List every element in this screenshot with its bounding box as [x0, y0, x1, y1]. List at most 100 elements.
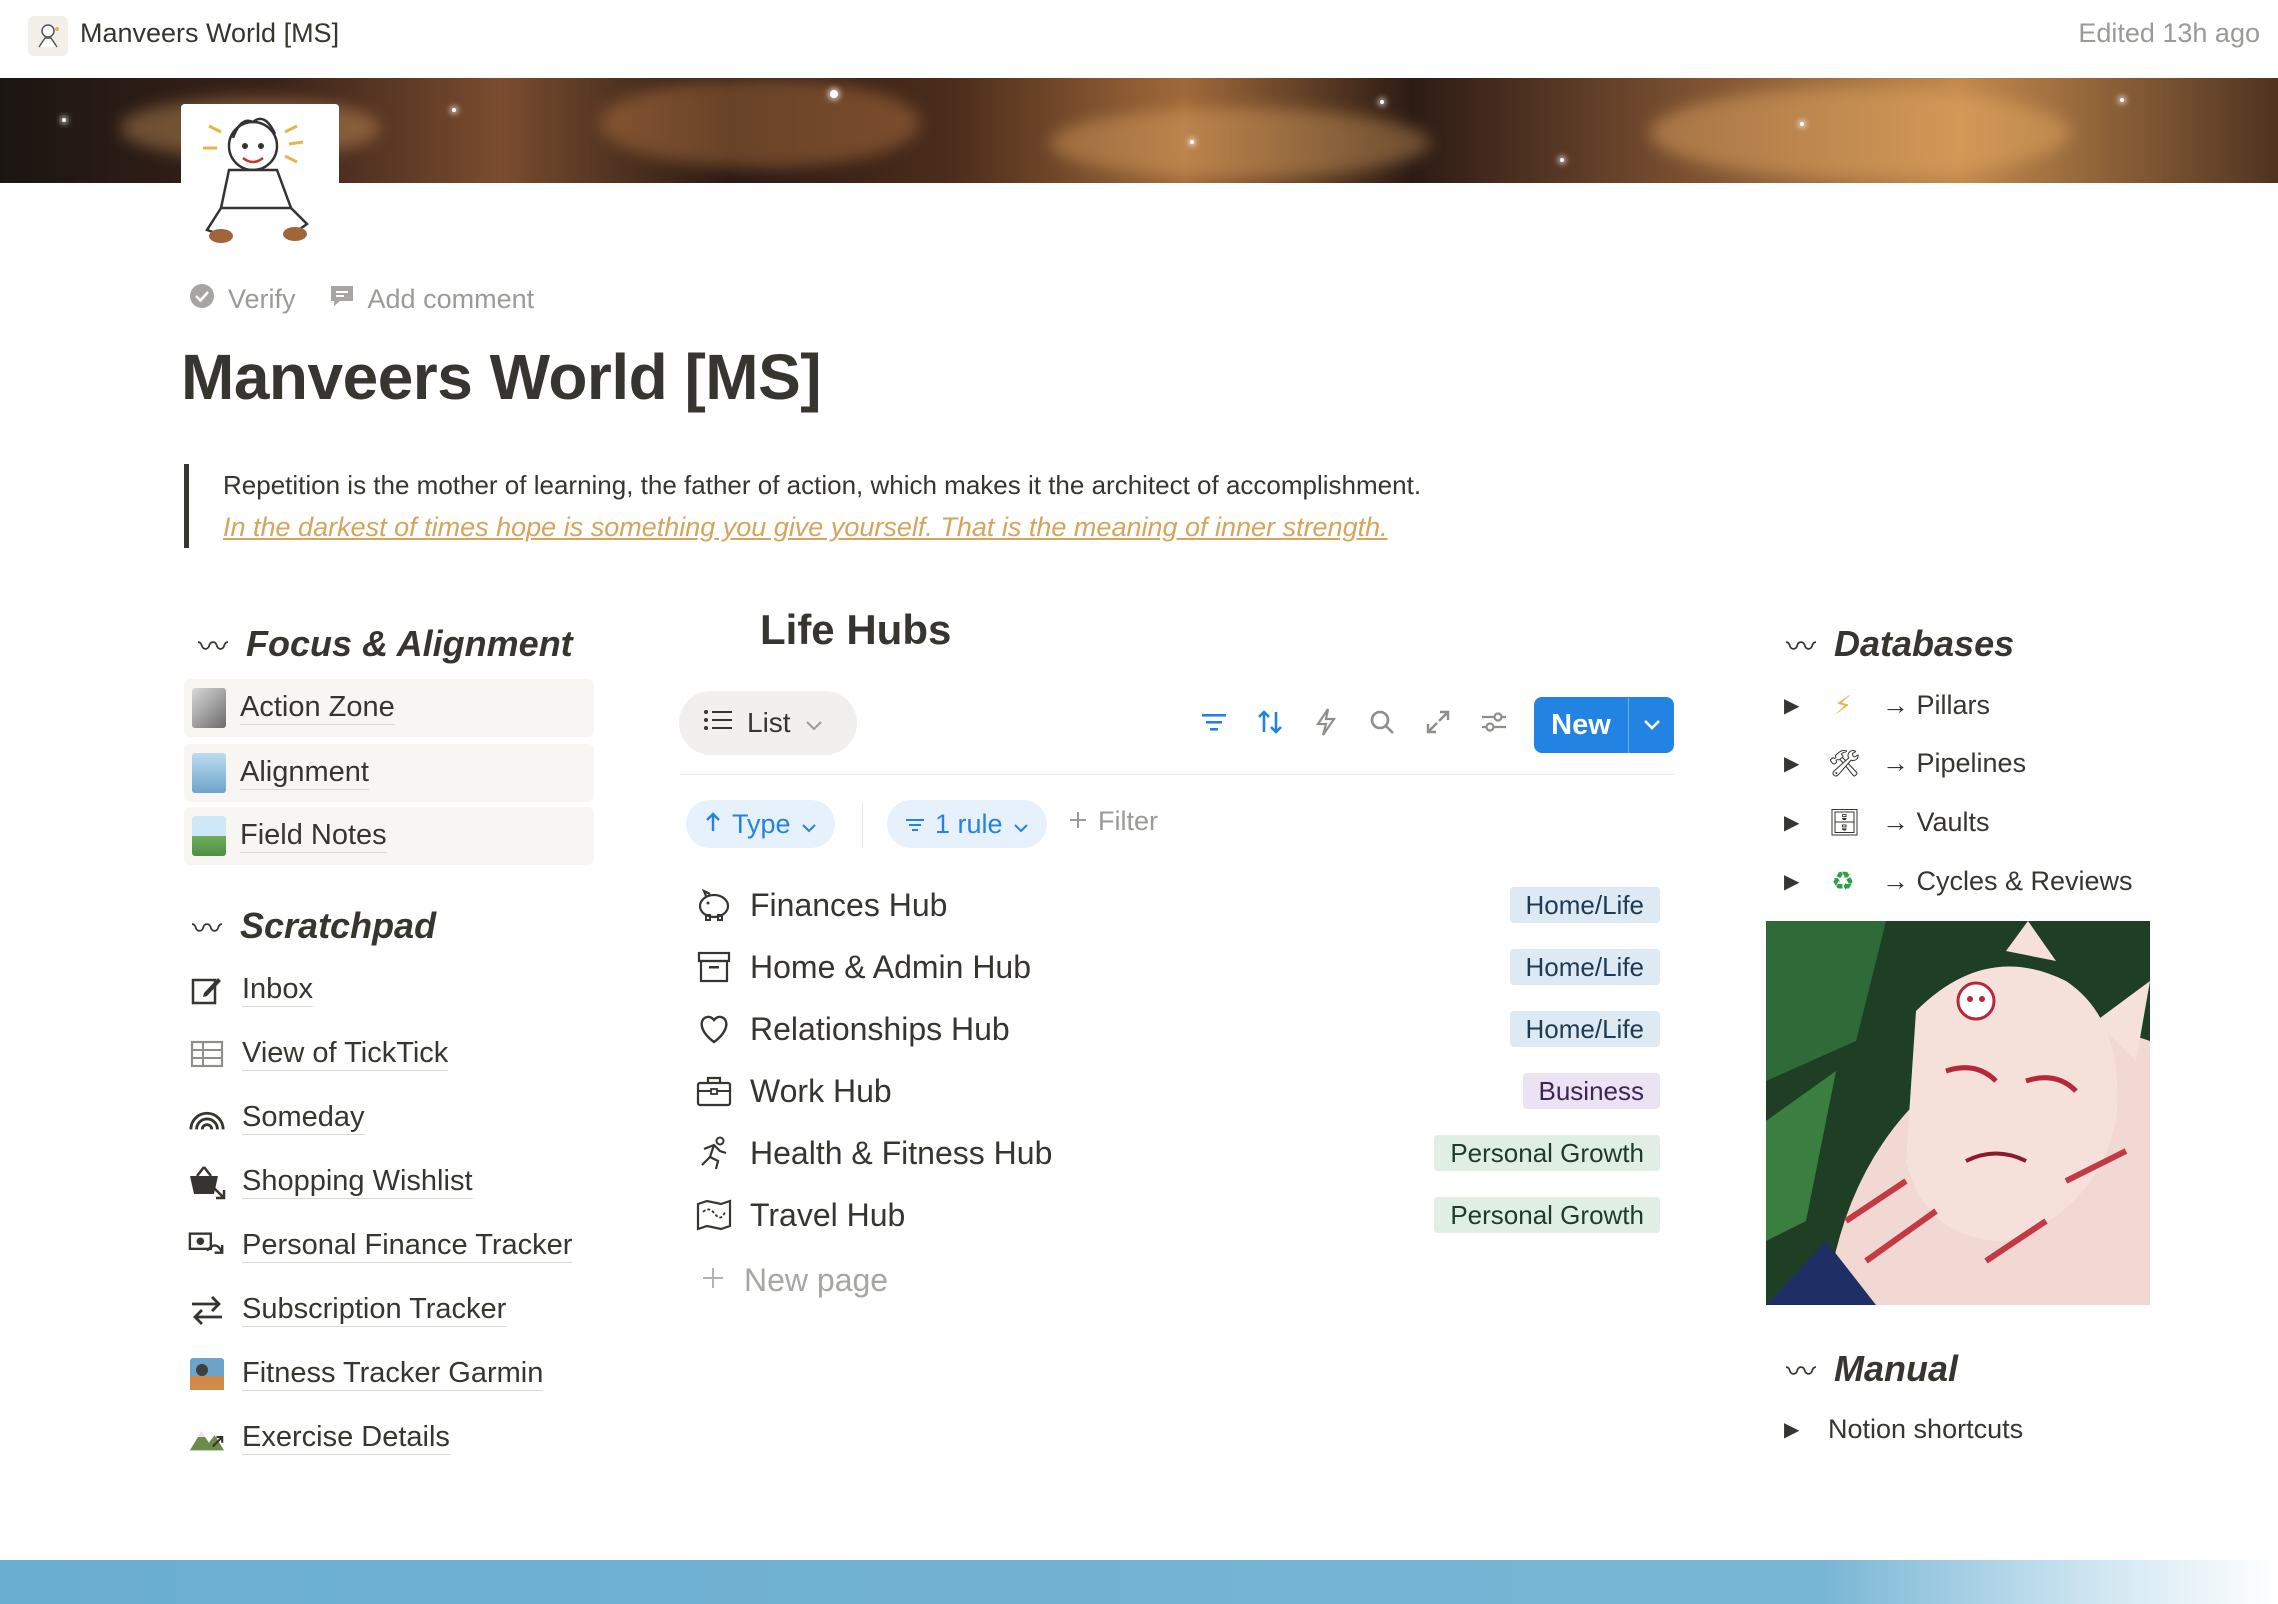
focus-item-label: Field Notes — [240, 819, 387, 853]
focus-item-field-notes[interactable]: Field Notes — [184, 807, 594, 865]
running-icon — [694, 1133, 734, 1173]
databases-heading[interactable]: 〰 Databases — [1786, 622, 2014, 666]
focus-item-alignment[interactable]: Alignment — [184, 744, 594, 802]
life-hubs-title[interactable]: Life Hubs — [760, 606, 951, 654]
scratchpad-item-exercise-details[interactable]: Exercise Details — [188, 1419, 450, 1457]
toggle-triangle-icon[interactable]: ▶ — [1784, 869, 1804, 894]
manual-heading[interactable]: 〰 Manual — [1786, 1347, 1958, 1391]
chevron-down-icon — [801, 809, 817, 840]
new-options-chevron-icon[interactable] — [1629, 718, 1674, 732]
anime-character-image[interactable] — [1766, 921, 2150, 1305]
sort-type-chip[interactable]: Type — [686, 800, 835, 848]
scratchpad-item-someday[interactable]: Someday — [188, 1099, 365, 1137]
database-item-cycles-reviews[interactable]: ▶ ♻ → Cycles & Reviews — [1784, 866, 2133, 897]
hub-row-health-fitness[interactable]: Health & Fitness Hub Personal Growth — [694, 1127, 1660, 1179]
database-item-pipelines[interactable]: ▶ 🛠 → Pipelines — [1784, 748, 2026, 779]
wave-icon: 〰 — [1786, 631, 1816, 664]
hub-row-tag: Home/Life — [1509, 887, 1660, 923]
list-view-selector[interactable]: List — [679, 691, 857, 755]
scratchpad-item-shopping-wishlist[interactable]: Shopping Wishlist — [188, 1163, 473, 1201]
scratchpad-item-label: Someday — [242, 1101, 365, 1135]
automation-lightning-icon[interactable] — [1308, 704, 1344, 740]
field-notes-thumbnail-icon — [192, 816, 226, 856]
toggle-triangle-icon[interactable]: ▶ — [1784, 1417, 1804, 1442]
database-item-label: → Vaults — [1882, 807, 1990, 837]
scratchpad-item-label: Exercise Details — [242, 1421, 450, 1455]
quote-block[interactable]: Repetition is the mother of learning, th… — [184, 464, 1634, 548]
page-icon[interactable] — [181, 104, 339, 254]
filter-icon[interactable] — [1196, 704, 1232, 740]
toggle-triangle-icon[interactable]: ▶ — [1784, 693, 1804, 718]
expand-icon[interactable] — [1420, 704, 1456, 740]
plus-icon — [1068, 806, 1088, 837]
scratchpad-item-label: Subscription Tracker — [242, 1293, 507, 1327]
list-icon — [703, 707, 733, 739]
focus-item-action-zone[interactable]: Action Zone — [184, 679, 594, 737]
hub-row-travel[interactable]: Travel Hub Personal Growth — [694, 1189, 1660, 1241]
view-label: List — [747, 707, 791, 738]
scratchpad-item-label: Shopping Wishlist — [242, 1165, 473, 1199]
database-item-vaults[interactable]: ▶ 🗄 → Vaults — [1784, 807, 1990, 838]
hub-row-name: Travel Hub — [750, 1196, 906, 1233]
page-title[interactable]: Manveers World [MS] — [181, 340, 822, 414]
filter-rule-label: 1 rule — [935, 808, 1003, 839]
cover-image[interactable] — [0, 78, 2278, 183]
scratchpad-item-label: Personal Finance Tracker — [242, 1229, 573, 1263]
sort-type-label: Type — [732, 808, 791, 839]
settings-sliders-icon[interactable] — [1476, 704, 1512, 740]
recycle-icon: ♻ — [1831, 866, 1855, 896]
verify-button[interactable]: Verify — [188, 282, 296, 317]
scratchpad-heading[interactable]: 〰 Scratchpad — [192, 904, 436, 948]
manual-item-label: Notion shortcuts — [1828, 1414, 2024, 1444]
toggle-triangle-icon[interactable]: ▶ — [1784, 810, 1804, 835]
new-button[interactable]: New — [1534, 697, 1674, 753]
focus-item-label: Alignment — [240, 756, 369, 790]
add-comment-button[interactable]: Add comment — [328, 282, 535, 317]
manual-item-notion-shortcuts[interactable]: ▶ Notion shortcuts — [1784, 1414, 2023, 1445]
quote-line-2[interactable]: In the darkest of times hope is somethin… — [223, 506, 1634, 548]
sort-icon[interactable] — [1252, 704, 1288, 740]
edited-timestamp: Edited 13h ago — [2078, 18, 2260, 48]
quote-line-1: Repetition is the mother of learning, th… — [223, 470, 1422, 500]
tools-icon: 🛠 — [1828, 748, 1862, 778]
scratchpad-heading-label: Scratchpad — [240, 905, 437, 946]
character-avatar-icon[interactable] — [28, 16, 68, 56]
hub-row-relationships[interactable]: Relationships Hub Home/Life — [694, 1003, 1660, 1055]
scratchpad-item-personal-finance-tracker[interactable]: Personal Finance Tracker — [188, 1227, 573, 1265]
chevron-down-icon — [1013, 809, 1029, 840]
search-icon[interactable] — [1364, 704, 1400, 740]
focus-item-label: Action Zone — [240, 691, 395, 725]
file-cabinet-icon: 🗄 — [1828, 807, 1862, 837]
filter-icon — [905, 809, 925, 840]
page-actions: Verify Add comment — [188, 282, 534, 317]
plus-icon — [700, 1262, 726, 1299]
hub-row-work[interactable]: Work Hub Business — [694, 1065, 1660, 1117]
hub-row-finances[interactable]: Finances Hub Home/Life — [694, 879, 1660, 931]
scratchpad-item-fitness-tracker-garmin[interactable]: Fitness Tracker Garmin — [188, 1355, 544, 1393]
add-comment-label: Add comment — [367, 284, 535, 314]
new-page-button[interactable]: New page — [700, 1262, 888, 1299]
breadcrumb-title[interactable]: Manveers World [MS] — [80, 18, 339, 49]
new-page-label: New page — [744, 1262, 889, 1298]
toggle-triangle-icon[interactable]: ▶ — [1784, 751, 1804, 776]
verified-badge-icon — [188, 282, 216, 317]
piggy-bank-icon — [694, 885, 734, 925]
hub-row-home-admin[interactable]: Home & Admin Hub Home/Life — [694, 941, 1660, 993]
comment-icon — [328, 282, 356, 317]
filter-rule-chip[interactable]: 1 rule — [887, 800, 1047, 848]
table-icon — [188, 1035, 226, 1073]
database-item-pillars[interactable]: ▶ ⚡ → Pillars — [1784, 690, 1990, 721]
focus-heading[interactable]: 〰 Focus & Alignment — [198, 622, 573, 666]
scratchpad-item-subscription-tracker[interactable]: Subscription Tracker — [188, 1291, 507, 1329]
alignment-thumbnail-icon — [192, 753, 226, 793]
rainbow-icon — [188, 1099, 226, 1137]
archive-icon — [694, 947, 734, 987]
bottom-image-strip — [0, 1560, 2278, 1604]
add-filter-button[interactable]: Filter — [1068, 806, 1158, 837]
hub-row-name: Finances Hub — [750, 886, 948, 923]
chevron-down-icon — [805, 707, 823, 739]
wave-icon: 〰 — [198, 631, 228, 664]
hub-row-name: Home & Admin Hub — [750, 948, 1032, 985]
scratchpad-item-view-of-ticktick[interactable]: View of TickTick — [188, 1035, 449, 1073]
scratchpad-item-inbox[interactable]: Inbox — [188, 971, 313, 1009]
